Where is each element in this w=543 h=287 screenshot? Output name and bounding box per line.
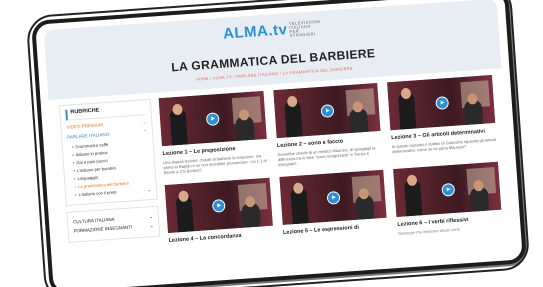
sidebar-menu-secondary: CULTURA ITALIANA ⌄ FORMAZIONE INSEGNANTI ⌄ (66, 205, 161, 243)
video-thumbnail[interactable] (279, 169, 387, 225)
laptop-screen-frame: ALMA.tvTELEVISIONE ITALIANA PER STRANIER… (30, 0, 528, 287)
sidebar-heading: RUBRICHE (65, 104, 146, 121)
chevron-down-icon[interactable]: ⌄ (150, 223, 154, 229)
video-card[interactable]: Lezione 3 – Gli articoli determinativi I… (387, 74, 497, 159)
video-description: Dovrebbe chiede di un medico Maurizio, d… (277, 145, 376, 168)
video-thumbnail[interactable] (273, 82, 381, 139)
logo-tagline: TELEVISIONE ITALIANA PER STRANIERI (288, 18, 321, 39)
video-card[interactable]: Lezione 1 – Le preposizione Una doppia l… (158, 90, 269, 176)
chevron-down-icon[interactable]: ⌄ (147, 187, 151, 192)
photo-stage: ALMA.tvTELEVISIONE ITALIANA PER STRANIER… (0, 0, 543, 287)
video-card[interactable]: Lezione 2 – sono e faccio Dovrebbe chied… (273, 82, 383, 168)
sidebar-cat-label: PARLARE ITALIANO (66, 131, 110, 140)
video-description: Una doppia lezione: chiede al barbiere l… (162, 153, 267, 176)
chevron-down-icon[interactable]: ⌄ (149, 214, 153, 220)
webpage: ALMA.tvTELEVISIONE ITALIANA PER STRANIER… (43, 0, 515, 284)
chevron-up-icon[interactable]: ⌃ (143, 129, 147, 135)
video-thumbnail[interactable] (387, 74, 496, 131)
video-thumbnail[interactable] (164, 177, 273, 233)
sidebar-item[interactable]: • L'italiano con il prete ⌄ (75, 187, 151, 197)
sidebar-menu: RUBRICHE VIDEO PREMIUM ⌄ PARLARE ITALIAN… (58, 98, 158, 207)
sidebar: RUBRICHE VIDEO PREMIUM ⌄ PARLARE ITALIAN… (58, 98, 162, 259)
video-thumbnail[interactable] (158, 90, 267, 147)
sidebar-cat-label: VIDEO PREMIUM (66, 122, 104, 130)
logo-text[interactable]: ALMA.tv (223, 21, 288, 42)
chevron-down-icon[interactable]: ⌄ (142, 119, 146, 125)
video-thumbnail[interactable] (393, 161, 502, 217)
